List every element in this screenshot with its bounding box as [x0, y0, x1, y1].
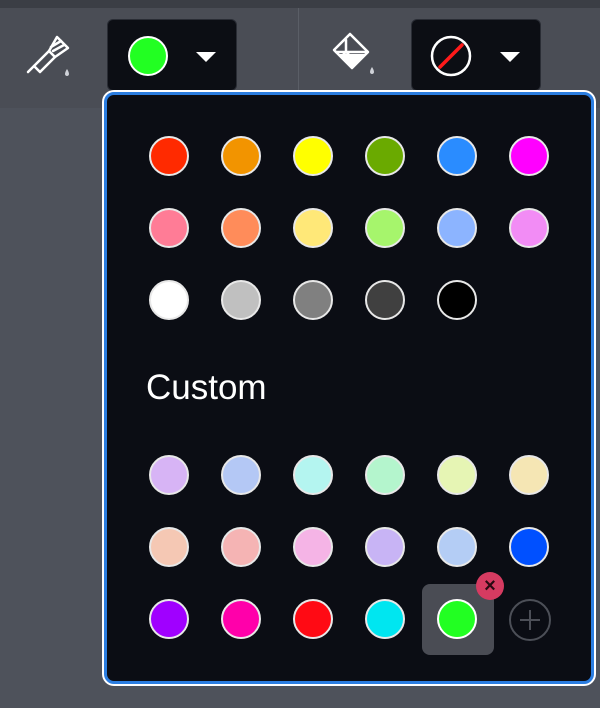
preset-swatch[interactable]: [293, 280, 333, 320]
preset-swatch[interactable]: [221, 208, 261, 248]
custom-swatch[interactable]: [365, 599, 405, 639]
preset-swatch[interactable]: [365, 280, 405, 320]
preset-swatch[interactable]: [293, 208, 333, 248]
custom-swatch[interactable]: [437, 455, 477, 495]
preset-swatch[interactable]: [293, 136, 333, 176]
preset-swatch[interactable]: [509, 208, 549, 248]
custom-swatch[interactable]: [221, 527, 261, 567]
preset-swatch[interactable]: [509, 136, 549, 176]
top-strip: [0, 0, 600, 8]
custom-swatch[interactable]: [437, 527, 477, 567]
close-icon[interactable]: ×: [476, 572, 504, 600]
custom-swatch[interactable]: [221, 599, 261, 639]
custom-swatch[interactable]: [365, 455, 405, 495]
add-custom-color-button[interactable]: [509, 599, 551, 641]
paintbrush-icon: [26, 35, 70, 76]
preset-swatch[interactable]: [149, 280, 189, 320]
stroke-color-button[interactable]: [107, 19, 237, 91]
preset-swatch[interactable]: [365, 136, 405, 176]
custom-swatch[interactable]: [293, 599, 333, 639]
stroke-color-swatch: [128, 36, 168, 76]
custom-swatch[interactable]: [149, 455, 189, 495]
custom-swatch[interactable]: [293, 527, 333, 567]
preset-swatch[interactable]: [221, 136, 261, 176]
preset-swatch[interactable]: [149, 208, 189, 248]
fill-color-button[interactable]: [411, 19, 541, 91]
custom-swatch[interactable]: [149, 527, 189, 567]
custom-swatch[interactable]: [365, 527, 405, 567]
preset-swatch[interactable]: [365, 208, 405, 248]
caret-down-icon: [500, 52, 520, 62]
custom-swatch[interactable]: [509, 455, 549, 495]
custom-swatch[interactable]: [149, 599, 189, 639]
preset-swatch[interactable]: [437, 136, 477, 176]
custom-swatch[interactable]: [221, 455, 261, 495]
preset-swatch[interactable]: [437, 208, 477, 248]
preset-swatch[interactable]: [149, 136, 189, 176]
custom-swatch[interactable]: [293, 455, 333, 495]
paint-bucket-icon: [332, 32, 374, 74]
selected-custom-swatch[interactable]: [437, 599, 477, 639]
custom-swatch[interactable]: [509, 527, 549, 567]
caret-down-icon: [196, 52, 216, 62]
preset-swatch[interactable]: [437, 280, 477, 320]
no-color-icon: [430, 35, 472, 77]
custom-heading: Custom: [146, 368, 267, 407]
preset-swatch[interactable]: [221, 280, 261, 320]
